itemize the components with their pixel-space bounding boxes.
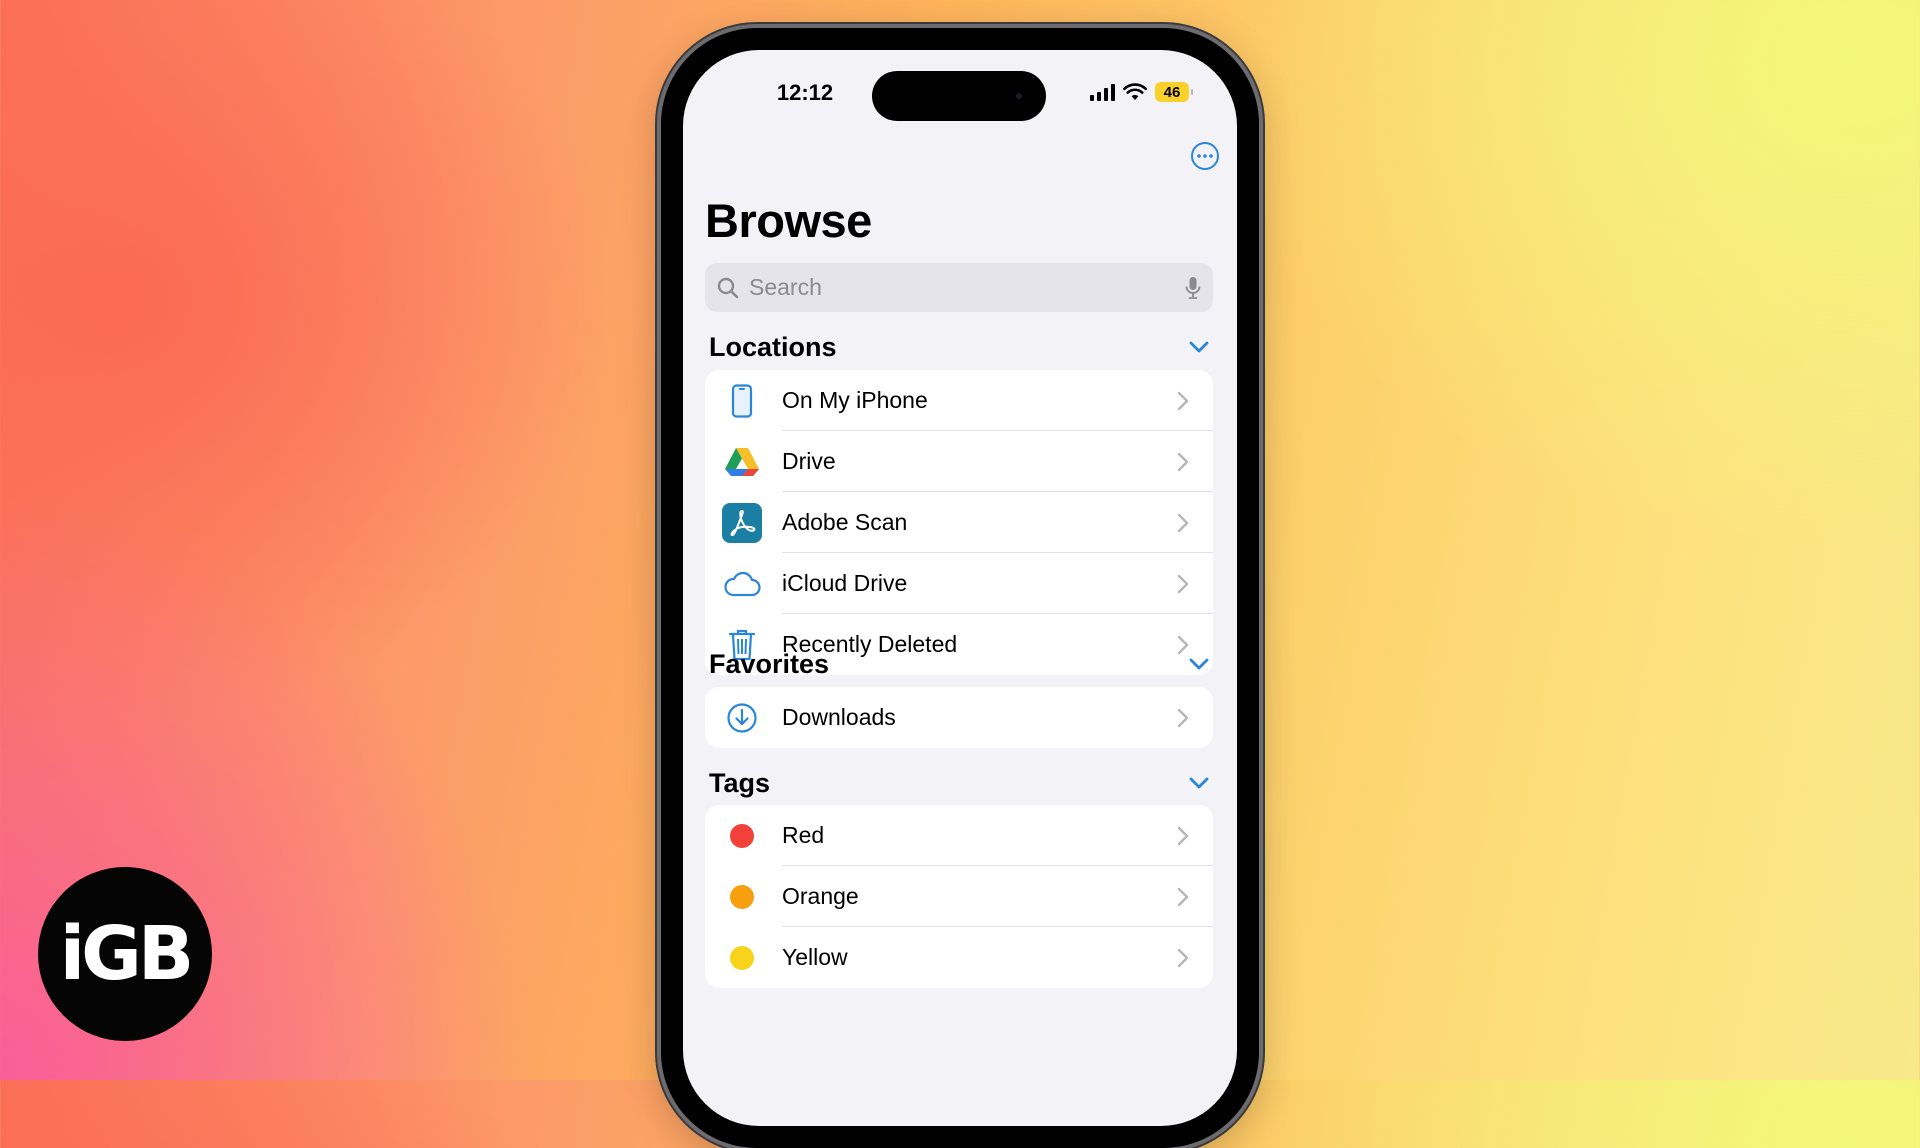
- logo-text: iGB: [59, 911, 195, 997]
- list-item[interactable]: Adobe Scan: [705, 492, 1213, 553]
- microphone-icon[interactable]: [1185, 276, 1201, 300]
- phone-frame: 12:12 46 Browse Search Locations On My i…: [661, 28, 1259, 1148]
- list-item-label: Adobe Scan: [782, 509, 908, 535]
- chevron-right-icon: [1177, 513, 1191, 533]
- list-item[interactable]: On My iPhone: [705, 370, 1213, 431]
- chevron-right-icon: [1177, 826, 1191, 846]
- battery-indicator: 46: [1155, 82, 1193, 102]
- battery-level: 46: [1163, 83, 1181, 101]
- page-title: Browse: [705, 194, 872, 247]
- list-item[interactable]: Red: [705, 805, 1213, 866]
- chevron-down-icon[interactable]: [1189, 777, 1209, 789]
- adobe-scan-icon: [722, 502, 762, 543]
- red-tag-icon: [722, 816, 762, 856]
- favorites-section-title: Favorites: [709, 648, 830, 679]
- search-placeholder: Search: [749, 274, 822, 300]
- list-item[interactable]: Orange: [705, 866, 1213, 927]
- list-item-label: On My iPhone: [782, 387, 928, 413]
- camera-dot: [1016, 93, 1022, 99]
- status-icons: 46: [1090, 82, 1193, 102]
- chevron-down-icon[interactable]: [1189, 658, 1209, 670]
- list-item[interactable]: Downloads: [705, 687, 1213, 748]
- tags-section-header[interactable]: Tags: [709, 765, 1209, 801]
- dynamic-island: [872, 71, 1046, 121]
- phone-screen: 12:12 46 Browse Search Locations On My i…: [683, 50, 1237, 1126]
- chevron-right-icon: [1177, 391, 1191, 411]
- list-item[interactable]: iCloud Drive: [705, 553, 1213, 614]
- list-item-label: Yellow: [782, 944, 848, 970]
- tags-section-title: Tags: [709, 767, 771, 798]
- chevron-right-icon: [1177, 887, 1191, 907]
- yellow-tag-icon: [722, 938, 762, 978]
- cellular-signal-icon: [1090, 83, 1115, 101]
- locations-section-title: Locations: [709, 331, 837, 362]
- wifi-icon: [1123, 83, 1147, 100]
- list-item-label: iCloud Drive: [782, 570, 908, 596]
- chevron-down-icon[interactable]: [1189, 341, 1209, 353]
- igb-logo: iGB: [38, 867, 212, 1041]
- iphone-icon: [722, 381, 762, 421]
- chevron-right-icon: [1177, 948, 1191, 968]
- favorites-section-header[interactable]: Favorites: [709, 646, 1209, 682]
- search-icon: [717, 277, 739, 298]
- orange-tag-icon: [722, 877, 762, 917]
- locations-list: On My iPhone Drive Adobe Scan iCloud Dri…: [705, 370, 1213, 675]
- chevron-right-icon: [1177, 574, 1191, 594]
- list-item[interactable]: Drive: [705, 431, 1213, 492]
- search-input[interactable]: Search: [705, 263, 1213, 312]
- status-time: 12:12: [776, 80, 834, 105]
- favorites-list: Downloads: [705, 687, 1213, 748]
- icloud-icon: [722, 564, 762, 604]
- chevron-right-icon: [1177, 708, 1191, 728]
- download-icon: [722, 698, 762, 738]
- locations-section-header[interactable]: Locations: [709, 329, 1209, 365]
- chevron-right-icon: [1177, 452, 1191, 472]
- list-item-label: Orange: [782, 883, 859, 909]
- list-item[interactable]: Yellow: [705, 927, 1213, 988]
- more-options-button[interactable]: [1191, 142, 1219, 170]
- list-item-label: Downloads: [782, 704, 896, 730]
- list-item-label: Drive: [782, 448, 836, 474]
- list-item-label: Red: [782, 822, 825, 848]
- tags-list: Red Orange Yellow: [705, 805, 1213, 988]
- ellipsis-icon: [1197, 154, 1213, 158]
- google-drive-icon: [722, 442, 762, 482]
